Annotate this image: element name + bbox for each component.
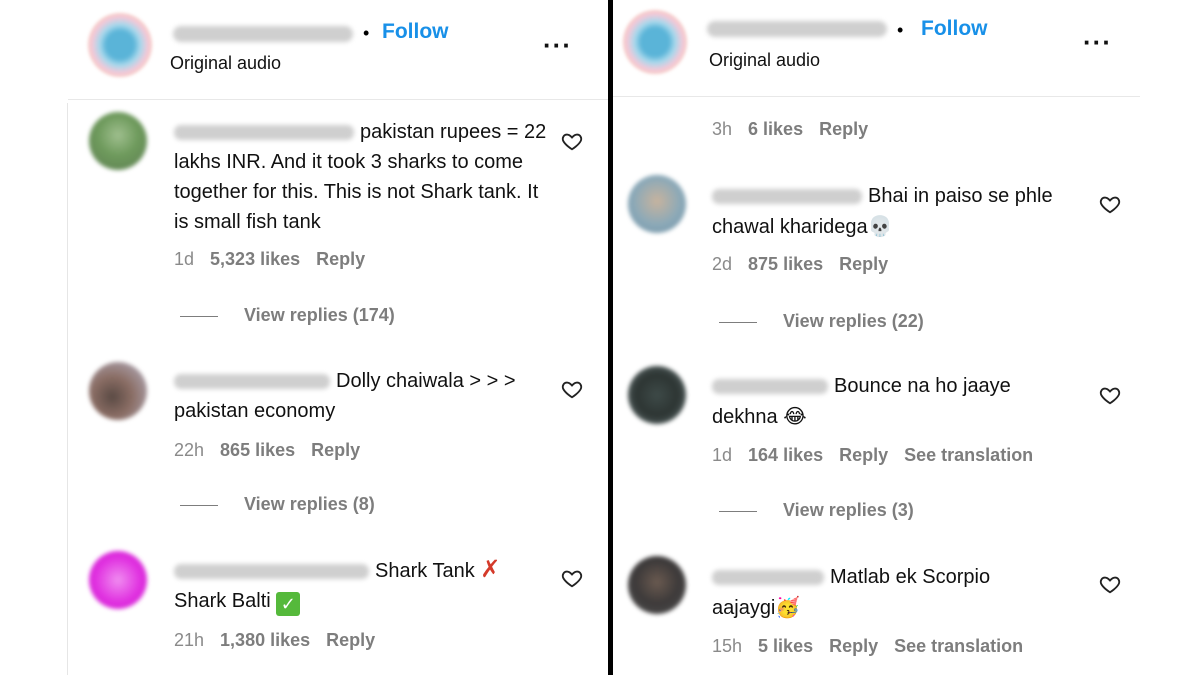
view-replies-button[interactable]: View replies (174) [180, 305, 395, 326]
comment-text: Bounce na ho jaaye dekhna 😂 [712, 371, 1112, 432]
comment-meta: 21h 1,380 likes Reply [174, 630, 391, 651]
post-header: • Follow Original audio ··· [613, 0, 1140, 97]
more-options-icon[interactable]: ··· [543, 30, 572, 61]
comment-body-line2: dekhna [712, 406, 778, 428]
commenter-avatar[interactable] [628, 366, 686, 424]
heart-outline-icon[interactable] [1099, 573, 1121, 595]
comment-body-line2: Shark Balti [174, 590, 271, 612]
comment-meta: 1d 5,323 likes Reply [174, 249, 381, 270]
view-replies-button[interactable]: View replies (8) [180, 494, 375, 515]
commenter-avatar[interactable] [628, 556, 686, 614]
follow-button[interactable]: Follow [382, 20, 449, 44]
comment-text: Shark Tank ✗ Shark Balti ✓ [174, 555, 564, 616]
like-count[interactable]: 6 likes [748, 119, 803, 139]
see-translation-button[interactable]: See translation [904, 445, 1033, 465]
skull-emoji: 💀 [867, 214, 893, 238]
commenter-avatar[interactable] [89, 362, 147, 420]
check-mark-emoji: ✓ [276, 592, 301, 616]
comment-time: 22h [174, 440, 205, 460]
separator-dot: • [897, 20, 904, 40]
comment-text: Matlab ek Scorpio aajaygi🥳 [712, 562, 1112, 623]
commenter-avatar[interactable] [628, 175, 686, 233]
comment-time: 2d [712, 254, 733, 274]
like-count[interactable]: 1,380 likes [220, 630, 310, 650]
comment-time: 1d [712, 445, 733, 465]
post-header: • Follow Original audio ··· [68, 0, 608, 100]
view-replies-button[interactable]: View replies (3) [719, 500, 914, 521]
tears-of-joy-emoji: 😂 [783, 404, 807, 428]
comment-body: Bhai in paiso se phle [868, 185, 1053, 207]
comment-meta: 3h 6 likes Reply [712, 119, 884, 140]
blurred-username[interactable] [174, 564, 369, 580]
replies-line [719, 321, 757, 323]
like-count[interactable]: 164 likes [748, 445, 823, 465]
comment-meta: 2d 875 likes Reply [712, 254, 904, 275]
blurred-username[interactable] [712, 570, 824, 586]
replies-line [180, 315, 218, 317]
commenter-avatar[interactable] [89, 112, 147, 170]
account-avatar[interactable] [623, 10, 687, 74]
view-replies-label[interactable]: View replies (22) [783, 311, 924, 331]
comment-time: 15h [712, 636, 743, 656]
like-count[interactable]: 875 likes [748, 254, 823, 274]
original-audio-label[interactable]: Original audio [170, 53, 281, 74]
reply-button[interactable]: Reply [819, 119, 868, 139]
follow-button[interactable]: Follow [921, 17, 988, 41]
heart-outline-icon[interactable] [561, 567, 583, 589]
cross-mark-emoji: ✗ [480, 556, 501, 583]
blurred-username[interactable] [174, 125, 354, 141]
reply-button[interactable]: Reply [326, 630, 375, 650]
blurred-username[interactable] [173, 26, 353, 42]
right-comments-panel: • Follow Original audio ··· 3h 6 likes Rep… [613, 0, 1200, 675]
reply-button[interactable]: Reply [829, 636, 878, 656]
like-count[interactable]: 5,323 likes [210, 249, 300, 269]
comment-text: Bhai in paiso se phle chawal kharidega💀 [712, 181, 1112, 242]
heart-outline-icon[interactable] [1099, 384, 1121, 406]
left-comments-panel: • Follow Original audio ··· pakistan rup… [0, 0, 608, 675]
original-audio-label[interactable]: Original audio [709, 50, 820, 71]
comment-time: 21h [174, 630, 205, 650]
comment-body: Bounce na ho jaaye [834, 375, 1011, 397]
comment-body-line2: aajaygi [712, 597, 776, 619]
see-translation-button[interactable]: See translation [894, 636, 1023, 656]
blurred-username[interactable] [712, 189, 862, 205]
comment-time: 1d [174, 249, 195, 269]
comment-meta: 1d 164 likes Reply See translation [712, 445, 1049, 466]
heart-outline-icon[interactable] [1099, 193, 1121, 215]
comment-meta: 22h 865 likes Reply [174, 440, 376, 461]
view-replies-label[interactable]: View replies (3) [783, 500, 914, 520]
comment-text: Dolly chaiwala > > > pakistan economy [174, 366, 554, 426]
comment-body: Matlab ek Scorpio [830, 566, 991, 588]
reply-button[interactable]: Reply [311, 440, 360, 460]
like-count[interactable]: 5 likes [758, 636, 813, 656]
comment-time: 3h [712, 119, 733, 139]
account-avatar[interactable] [88, 13, 152, 77]
blurred-username[interactable] [707, 21, 887, 37]
more-options-icon[interactable]: ··· [1083, 27, 1112, 58]
reply-button[interactable]: Reply [316, 249, 365, 269]
view-replies-button[interactable]: View replies (22) [719, 311, 924, 332]
view-replies-label[interactable]: View replies (174) [244, 305, 395, 325]
replies-line [180, 504, 218, 506]
reply-button[interactable]: Reply [839, 254, 888, 274]
reply-button[interactable]: Reply [839, 445, 888, 465]
panel-border [67, 103, 68, 675]
partying-face-emoji: 🥳 [775, 595, 801, 619]
like-count[interactable]: 865 likes [220, 440, 295, 460]
replies-line [719, 510, 757, 512]
commenter-avatar[interactable] [89, 551, 147, 609]
separator-dot: • [363, 23, 370, 43]
comment-body-line2: chawal kharidega [712, 216, 868, 238]
blurred-username[interactable] [174, 374, 330, 390]
comment-text: pakistan rupees = 22 lakhs INR. And it t… [174, 117, 554, 237]
comment-meta: 15h 5 likes Reply See translation [712, 636, 1039, 657]
comment-body: Shark Tank [375, 560, 475, 582]
blurred-username[interactable] [712, 379, 828, 395]
heart-outline-icon[interactable] [561, 378, 583, 400]
view-replies-label[interactable]: View replies (8) [244, 494, 375, 514]
heart-outline-icon[interactable] [561, 130, 583, 152]
